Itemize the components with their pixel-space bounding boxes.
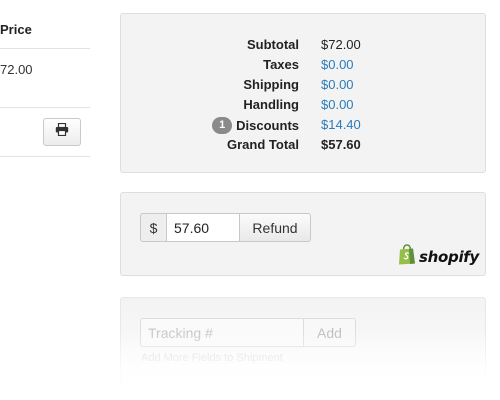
add-more-fields-link[interactable]: Add More Fields to Shipment bbox=[141, 352, 283, 364]
taxes-value-link[interactable]: $0.00 bbox=[321, 57, 354, 72]
totals-row-handling: Handling $0.00 bbox=[121, 97, 485, 117]
subtotal-value: $72.00 bbox=[321, 37, 361, 52]
divider bbox=[0, 156, 90, 157]
order-totals-card: Subtotal $72.00 Taxes $0.00 Shipping $0.… bbox=[120, 13, 486, 173]
divider bbox=[0, 48, 90, 49]
refund-amount-input[interactable] bbox=[166, 213, 240, 242]
taxes-label: Taxes bbox=[263, 57, 299, 72]
totals-row-discounts: 1 Discounts $14.40 bbox=[121, 117, 485, 137]
line-items-table: Price 72.00 bbox=[0, 0, 92, 400]
tracking-number-input[interactable] bbox=[140, 318, 304, 347]
discounts-value-link[interactable]: $14.40 bbox=[321, 117, 361, 132]
handling-value-link[interactable]: $0.00 bbox=[321, 97, 354, 112]
shipping-value-link[interactable]: $0.00 bbox=[321, 77, 354, 92]
totals-row-taxes: Taxes $0.00 bbox=[121, 57, 485, 77]
refund-card: $ Refund shopify bbox=[120, 192, 486, 276]
printer-icon bbox=[55, 122, 69, 141]
shipping-label: Shipping bbox=[243, 77, 299, 92]
print-button[interactable] bbox=[43, 118, 81, 146]
grand-total-value: $57.60 bbox=[321, 137, 361, 152]
refund-button[interactable]: Refund bbox=[240, 213, 311, 242]
discounts-label-group: 1 Discounts bbox=[212, 117, 299, 134]
refund-input-group: $ Refund bbox=[140, 213, 311, 242]
discount-count-badge: 1 bbox=[212, 117, 233, 134]
totals-row-shipping: Shipping $0.00 bbox=[121, 77, 485, 97]
shipment-tracking-card: Add Add More Fields to Shipment bbox=[120, 297, 486, 400]
line-item-price: 72.00 bbox=[0, 62, 33, 77]
discounts-label: Discounts bbox=[236, 118, 299, 133]
totals-row-subtotal: Subtotal $72.00 bbox=[121, 37, 485, 57]
shopify-bag-icon bbox=[398, 244, 416, 270]
add-tracking-button[interactable]: Add bbox=[304, 318, 356, 347]
handling-label: Handling bbox=[243, 97, 299, 112]
shopify-logo: shopify bbox=[398, 244, 479, 270]
subtotal-label: Subtotal bbox=[247, 37, 299, 52]
price-column-header: Price bbox=[0, 22, 32, 37]
shopify-wordmark: shopify bbox=[419, 248, 479, 266]
divider bbox=[0, 107, 90, 108]
totals-row-grand-total: Grand Total $57.60 bbox=[121, 137, 485, 157]
grand-total-label: Grand Total bbox=[227, 137, 299, 152]
currency-addon: $ bbox=[140, 213, 166, 242]
